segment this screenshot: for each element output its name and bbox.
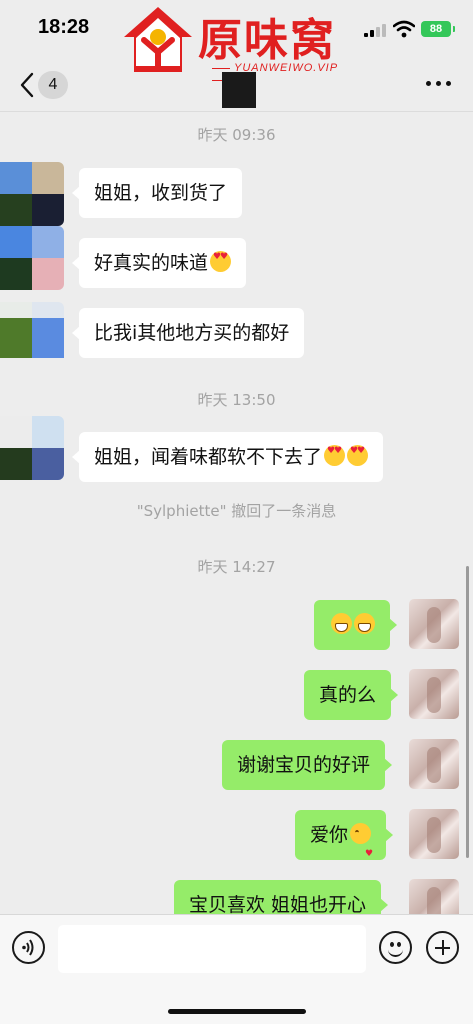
grinning-emoji xyxy=(331,613,352,634)
contact-avatar[interactable] xyxy=(0,162,64,226)
watermark-title: 原味窝 xyxy=(198,15,336,66)
message-text: 姐姐，收到货了 xyxy=(94,182,228,204)
heart-eyes-emoji xyxy=(347,445,369,466)
contact-avatar[interactable] xyxy=(0,416,64,480)
chat-header: 4 xyxy=(0,60,473,112)
message-text: 真的么 xyxy=(319,684,377,706)
message-bubble-incoming[interactable]: 姐姐，收到货了 xyxy=(71,168,243,218)
timestamp: 昨天 13:50 xyxy=(197,391,276,409)
timestamp: 昨天 14:27 xyxy=(197,558,276,576)
heart-eyes-emoji xyxy=(324,445,346,466)
message-bubble-outgoing[interactable] xyxy=(314,600,397,650)
status-time: 18:28 xyxy=(38,16,90,38)
my-avatar[interactable] xyxy=(409,739,459,789)
unread-count-badge[interactable]: 4 xyxy=(38,71,68,99)
message-bubble-outgoing[interactable]: 谢谢宝贝的好评 xyxy=(222,740,393,790)
my-avatar[interactable] xyxy=(409,599,459,649)
more-actions-plus-icon[interactable] xyxy=(426,931,459,964)
voice-input-icon[interactable] xyxy=(12,931,45,964)
scrollbar[interactable] xyxy=(466,566,469,858)
message-input[interactable] xyxy=(58,925,366,973)
message-bubble-outgoing[interactable]: 真的么 xyxy=(304,670,399,720)
message-text: 姐姐，闻着味都软不下去了 xyxy=(94,446,323,468)
message-bubble-incoming[interactable]: 比我i其他地方买的都好 xyxy=(71,308,305,358)
recall-notice: "Sylphiette" 撤回了一条消息 xyxy=(136,502,337,520)
my-avatar[interactable] xyxy=(409,669,459,719)
battery-icon: 88 xyxy=(421,21,455,37)
message-text: 爱你 xyxy=(310,824,349,846)
message-bubble-incoming[interactable]: 姐姐，闻着味都软不下去了 xyxy=(71,432,384,482)
more-options-icon[interactable] xyxy=(426,80,452,88)
emoji-picker-icon[interactable] xyxy=(379,931,412,964)
cellular-signal-icon xyxy=(364,24,386,37)
back-chevron-icon[interactable] xyxy=(14,68,40,102)
message-bubble-outgoing[interactable]: 爱你 xyxy=(295,810,394,879)
contact-avatar[interactable] xyxy=(0,226,64,290)
timestamp: 昨天 09:36 xyxy=(197,126,276,144)
input-bar xyxy=(0,914,473,1024)
contact-avatar[interactable] xyxy=(0,302,64,366)
wifi-icon xyxy=(393,20,415,38)
message-text: 好真实的味道 xyxy=(94,252,209,274)
heart-eyes-emoji xyxy=(210,251,232,272)
message-text: 宝贝喜欢 姐姐也开心 xyxy=(189,894,367,916)
kiss-emoji xyxy=(350,823,373,879)
my-avatar[interactable] xyxy=(409,809,459,859)
message-text: 比我i其他地方买的都好 xyxy=(94,322,290,344)
message-text: 谢谢宝贝的好评 xyxy=(237,754,371,776)
grinning-emoji xyxy=(354,613,375,634)
message-bubble-incoming[interactable]: 好真实的味道 xyxy=(71,238,247,288)
home-indicator xyxy=(168,1009,306,1014)
contact-name-redacted xyxy=(222,72,256,108)
